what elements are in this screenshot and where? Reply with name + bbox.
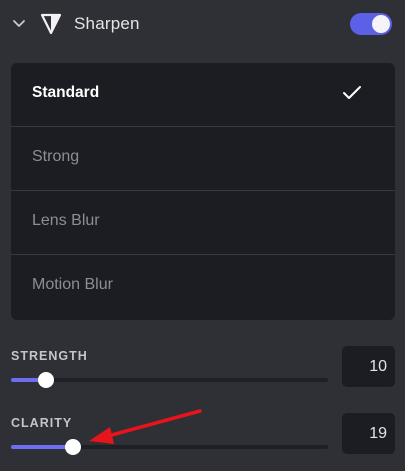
checkmark-icon (343, 86, 361, 99)
chevron-down-icon[interactable] (11, 16, 27, 32)
clarity-label: CLARITY (11, 416, 73, 430)
toggle-knob (372, 15, 390, 33)
clarity-slider[interactable] (11, 439, 328, 455)
clarity-slider-fill (11, 445, 73, 449)
strength-value-input[interactable] (342, 346, 395, 387)
sharpen-enable-toggle[interactable] (350, 13, 392, 35)
option-label: Standard (32, 84, 100, 101)
sharpen-header[interactable]: Sharpen (0, 0, 405, 50)
option-strong[interactable]: Strong (11, 127, 395, 191)
option-label: Strong (32, 148, 80, 165)
clarity-slider-thumb[interactable] (64, 439, 81, 455)
option-lens-blur[interactable]: Lens Blur (11, 191, 395, 255)
sharpen-triangle-icon (40, 13, 62, 35)
option-standard[interactable]: Standard (11, 63, 395, 127)
sharpen-mode-list: Standard Strong Lens Blur Motion Blur (11, 63, 395, 320)
strength-slider-thumb[interactable] (37, 372, 54, 388)
option-label: Lens Blur (32, 212, 100, 229)
sharpen-panel: Sharpen Standard Strong Lens Blur Motion… (0, 0, 405, 471)
strength-label: STRENGTH (11, 349, 88, 363)
clarity-value-input[interactable] (342, 413, 395, 454)
section-title: Sharpen (74, 14, 140, 33)
option-motion-blur[interactable]: Motion Blur (11, 255, 395, 318)
option-label: Motion Blur (32, 276, 113, 293)
strength-slider[interactable] (11, 372, 328, 388)
